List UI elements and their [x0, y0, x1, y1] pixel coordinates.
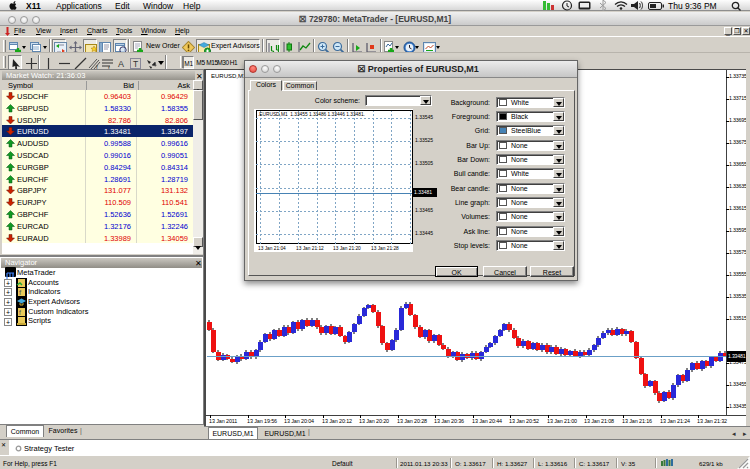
- svg-text:f: f: [19, 309, 21, 316]
